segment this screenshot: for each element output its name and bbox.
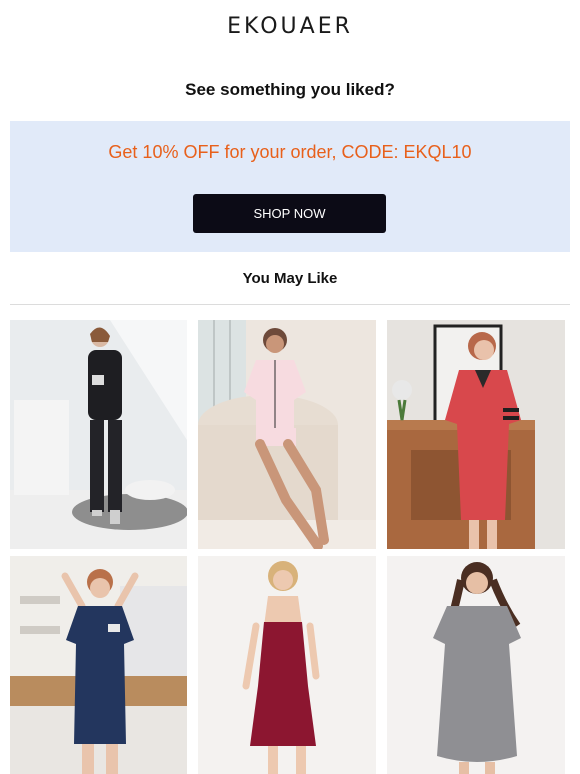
email-page: EKOUAER See something you liked? Get 10%…	[0, 0, 580, 774]
promo-text: Get 10% OFF for your order, CODE: EKQL10	[108, 142, 472, 162]
product-image-pink-pajama[interactable]	[198, 320, 376, 549]
product-image-black-lounge-set[interactable]	[10, 320, 187, 549]
section-divider	[10, 304, 570, 305]
brand-logo[interactable]: EKOUAER	[0, 14, 580, 39]
product-image-red-nightshirt[interactable]	[387, 320, 565, 549]
product-image-navy-nightshirt[interactable]	[10, 556, 187, 774]
product-image-grey-nightgown[interactable]	[387, 556, 565, 774]
product-image-burgundy-slip-dress[interactable]	[198, 556, 376, 774]
shop-now-button[interactable]: SHOP NOW	[193, 194, 386, 233]
you-may-like-title: You May Like	[242, 270, 338, 287]
headline: See something you liked?	[185, 80, 395, 99]
promo-banner: Get 10% OFF for your order, CODE: EKQL10…	[10, 121, 570, 252]
